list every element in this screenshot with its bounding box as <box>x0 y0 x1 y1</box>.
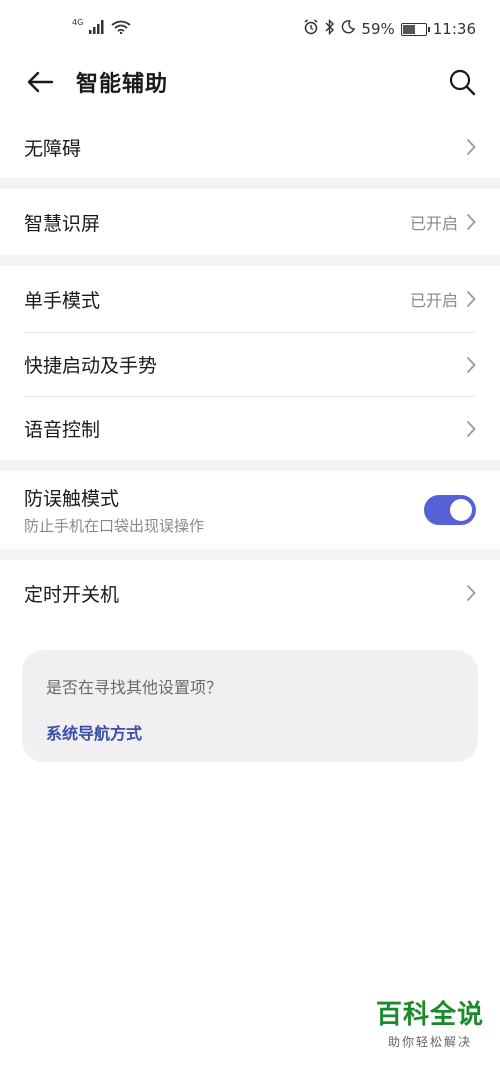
row-voice-control[interactable]: 语音控制 <box>0 397 500 460</box>
wifi-icon <box>111 20 131 38</box>
battery-percent: 59% <box>361 20 395 38</box>
row-label: 定时开关机 <box>24 583 120 606</box>
battery-icon <box>400 22 430 36</box>
chevron-right-icon <box>466 290 476 308</box>
pocket-mode-toggle[interactable] <box>424 495 476 525</box>
group-separator <box>0 255 500 266</box>
suggestion-link-navigation[interactable]: 系统导航方式 <box>46 720 142 744</box>
row-label: 防误触模式 <box>24 488 120 510</box>
signal-icon <box>89 20 105 38</box>
row-label: 快捷启动及手势 <box>24 355 158 377</box>
row-label: 语音控制 <box>24 419 101 441</box>
row-label: 无障碍 <box>24 137 82 160</box>
watermark: 百科全说 助你轻松解决 <box>376 994 484 1050</box>
row-pocket-mode: 防误触模式 防止手机在口袋出现误操作 <box>0 471 500 549</box>
moon-icon <box>341 20 356 38</box>
toggle-knob <box>450 499 472 521</box>
chevron-right-icon <box>466 138 476 156</box>
group-separator <box>0 549 500 560</box>
row-one-hand-mode[interactable]: 单手模式 已开启 <box>0 266 500 332</box>
chevron-right-icon <box>466 420 476 438</box>
back-arrow-icon <box>27 71 54 93</box>
row-shortcuts-gestures[interactable]: 快捷启动及手势 <box>0 333 500 396</box>
row-smart-screen[interactable]: 智慧识屏 已开启 <box>0 189 500 255</box>
network-type: 4G <box>72 18 84 27</box>
group-separator <box>0 178 500 189</box>
battery-level-fill <box>402 24 416 34</box>
alarm-icon <box>303 19 319 39</box>
chevron-right-icon <box>466 584 476 602</box>
group-separator <box>0 460 500 471</box>
suggestion-card: 是否在寻找其他设置项？ 系统导航方式 <box>22 650 478 762</box>
app-header: 智能辅助 <box>0 58 500 106</box>
search-button[interactable] <box>442 62 482 102</box>
back-button[interactable] <box>20 62 60 102</box>
chevron-right-icon <box>466 356 476 374</box>
row-status-value: 已开启 <box>409 291 458 310</box>
row-label: 智慧识屏 <box>24 212 101 235</box>
row-status-value: 已开启 <box>409 214 458 233</box>
bluetooth-icon <box>325 18 335 39</box>
suggestion-title: 是否在寻找其他设置项？ <box>46 678 223 697</box>
row-accessibility[interactable]: 无障碍 <box>0 116 500 178</box>
search-icon <box>449 69 476 96</box>
page-title: 智能辅助 <box>76 72 169 97</box>
row-label: 单手模式 <box>24 289 101 312</box>
status-right: 59% 11:36 <box>303 18 476 39</box>
chevron-right-icon <box>466 213 476 231</box>
status-time: 11:36 <box>432 20 476 38</box>
status-bar: 4G 59% 11:36 <box>0 0 500 58</box>
settings-list: 无障碍 智慧识屏 已开启 单手模式 已开启 快捷启动及手势 语音控制 防误触模式… <box>0 116 500 626</box>
watermark-subtitle: 助你轻松解决 <box>387 1035 472 1049</box>
watermark-title: 百科全说 <box>375 1000 484 1030</box>
row-scheduled-power[interactable]: 定时开关机 <box>0 560 500 626</box>
row-description: 防止手机在口袋出现误操作 <box>24 517 205 535</box>
status-left: 4G <box>72 18 131 38</box>
